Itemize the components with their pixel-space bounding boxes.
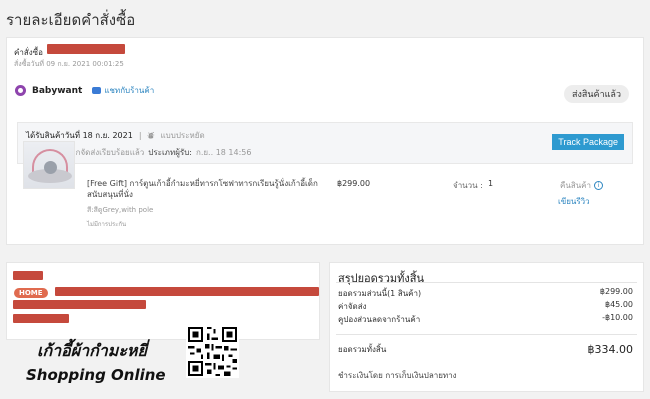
recipient-name-redacted xyxy=(13,271,43,280)
chat-with-shop-link[interactable]: แชทกับร้านค้า xyxy=(92,84,154,97)
shop-row: Babywant แชทกับร้านค้า xyxy=(15,84,154,97)
payment-method: ชำระเงินโดย การเก็บเงินปลายทาง xyxy=(338,371,457,380)
summary-divider-top xyxy=(336,282,637,283)
tracking-value: ก.ย.. 18 14:56 xyxy=(195,148,252,157)
separator: | xyxy=(138,131,142,140)
product-variant: สี:สีดูGrey,with pole xyxy=(87,206,154,214)
order-status-badge: ส่งสินค้าแล้ว xyxy=(564,85,629,103)
summary-divider-bottom xyxy=(336,334,637,335)
address-card: HOME xyxy=(6,262,320,340)
shipping-type: แบบประหยัด xyxy=(160,131,205,140)
chat-label: แชทกับร้านค้า xyxy=(104,86,155,95)
coupon-value: -฿10.00 xyxy=(602,313,633,322)
order-number-redacted xyxy=(47,44,125,54)
product-price: ฿299.00 xyxy=(337,179,371,188)
shipping-fee-label: ค่าจัดส่ง xyxy=(338,302,367,311)
product-qty: 1 xyxy=(488,179,494,188)
shop-name[interactable]: Babywant xyxy=(32,86,82,96)
order-summary-card: สรุปยอดรวมทั้งสิ้น ยอดรวมส่วนนี้(1 สินค้… xyxy=(329,262,644,392)
total-label: ยอดรวมทั้งสิ้น xyxy=(338,345,387,354)
subtotal-value: ฿299.00 xyxy=(599,287,633,296)
address-line-2-redacted xyxy=(13,300,146,309)
order-card: คำสั่งซื้อ สั่งซื้อวันที่ 09 ก.ย. 2021 0… xyxy=(6,37,644,245)
truck-icon: ⛇ xyxy=(147,132,155,140)
page-title: รายละเอียดคำสั่งซื้อ xyxy=(6,11,136,29)
subtotal-label: ยอดรวมส่วนนี้(1 สินค้า) xyxy=(338,289,422,298)
address-home-tag: HOME xyxy=(14,288,48,298)
qr-code-icon xyxy=(186,325,239,378)
total-value: ฿334.00 xyxy=(587,343,634,356)
return-label: คืนสินค้า xyxy=(560,181,592,190)
product-image-koala xyxy=(44,161,57,174)
product-qty-label: จำนวน : xyxy=(453,181,483,190)
phone-redacted xyxy=(13,314,69,323)
order-date: สั่งซื้อวันที่ 09 ก.ย. 2021 00:01:25 xyxy=(14,60,124,68)
summary-title: สรุปยอดรวมทั้งสิ้น xyxy=(338,272,424,285)
summary-row-subtotal: ยอดรวมส่วนนี้(1 สินค้า) ฿299.00 xyxy=(338,287,633,300)
delivery-box: ได้รับสินค้าวันที่ 18 ก.ย. 2021 | ⛇ แบบป… xyxy=(17,122,633,164)
track-package-button[interactable]: Track Package xyxy=(552,134,624,150)
promo-text-shopping-online: Shopping Online xyxy=(26,366,166,384)
order-number-label: คำสั่งซื้อ xyxy=(14,48,43,57)
return-item[interactable]: คืนสินค้า i xyxy=(560,179,604,192)
product-image[interactable] xyxy=(23,141,75,189)
shipping-fee-value: ฿45.00 xyxy=(605,300,633,309)
address-line-1-redacted xyxy=(55,287,319,296)
summary-row-coupon: คูปองส่วนลดจากร้านค้า -฿10.00 xyxy=(338,313,633,326)
product-title[interactable]: [Free Gift] การ์ตูนเก้าอี้กำมะหยี่ทารกโซ… xyxy=(87,178,327,200)
tracking-label: ประเภทผู้รับ: xyxy=(148,148,192,157)
coupon-label: คูปองส่วนลดจากร้านค้า xyxy=(338,315,421,324)
promo-text-thai: เก้าอี้ผ้ากำมะหยี่ xyxy=(37,341,147,360)
info-icon: i xyxy=(594,181,604,190)
shop-logo-icon xyxy=(15,85,26,96)
product-warranty: ไม่มีการประกัน xyxy=(87,221,127,228)
summary-row-total: ยอดรวมทั้งสิ้น ฿334.00 xyxy=(338,343,633,356)
summary-row-shipping: ค่าจัดส่ง ฿45.00 xyxy=(338,300,633,313)
chat-icon xyxy=(92,87,102,94)
write-review-link[interactable]: เขียนรีวิว xyxy=(558,195,590,208)
